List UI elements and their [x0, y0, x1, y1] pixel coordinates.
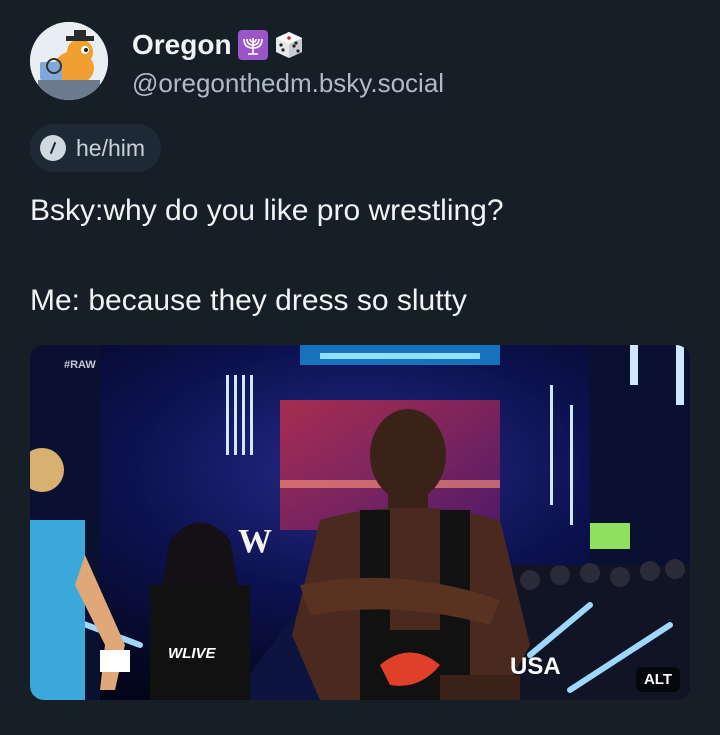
- post-body: Bsky:why do you like pro wrestling? Me: …: [30, 188, 690, 323]
- display-name[interactable]: Oregon: [132, 29, 232, 61]
- wrestling-scene-image: [30, 345, 690, 700]
- avatar[interactable]: [30, 22, 108, 100]
- pronouns-pill: he/him: [30, 124, 162, 172]
- pronouns-label: he/him: [76, 134, 146, 161]
- post-text-line-1: Bsky:why do you like pro wrestling?: [30, 194, 504, 227]
- post-header: Oregon @oregonthedm.bsky.social: [30, 22, 444, 100]
- shirt-logo-text: WLIVE: [168, 645, 216, 662]
- raw-hashtag-overlay: #RAW: [64, 359, 96, 371]
- display-name-row: Oregon: [132, 28, 444, 62]
- post-text-spacer: [30, 233, 690, 278]
- usa-network-logo: USA: [510, 653, 561, 680]
- avatar-illustration: [30, 22, 108, 100]
- dice-emoji-icon: [274, 30, 304, 60]
- post-image[interactable]: #RAW W WLIVE USA ALT: [30, 345, 690, 700]
- author-names: Oregon @oregonthedm.bsky.social: [132, 28, 444, 99]
- alt-text-badge[interactable]: ALT: [635, 667, 680, 692]
- post-text-line-2: Me: because they dress so slutty: [30, 284, 467, 317]
- pronoun-info-icon: [40, 135, 66, 161]
- menorah-emoji-icon: [237, 30, 268, 60]
- author-handle[interactable]: @oregonthedm.bsky.social: [132, 68, 444, 99]
- wwe-logo-overlay: W: [238, 523, 272, 560]
